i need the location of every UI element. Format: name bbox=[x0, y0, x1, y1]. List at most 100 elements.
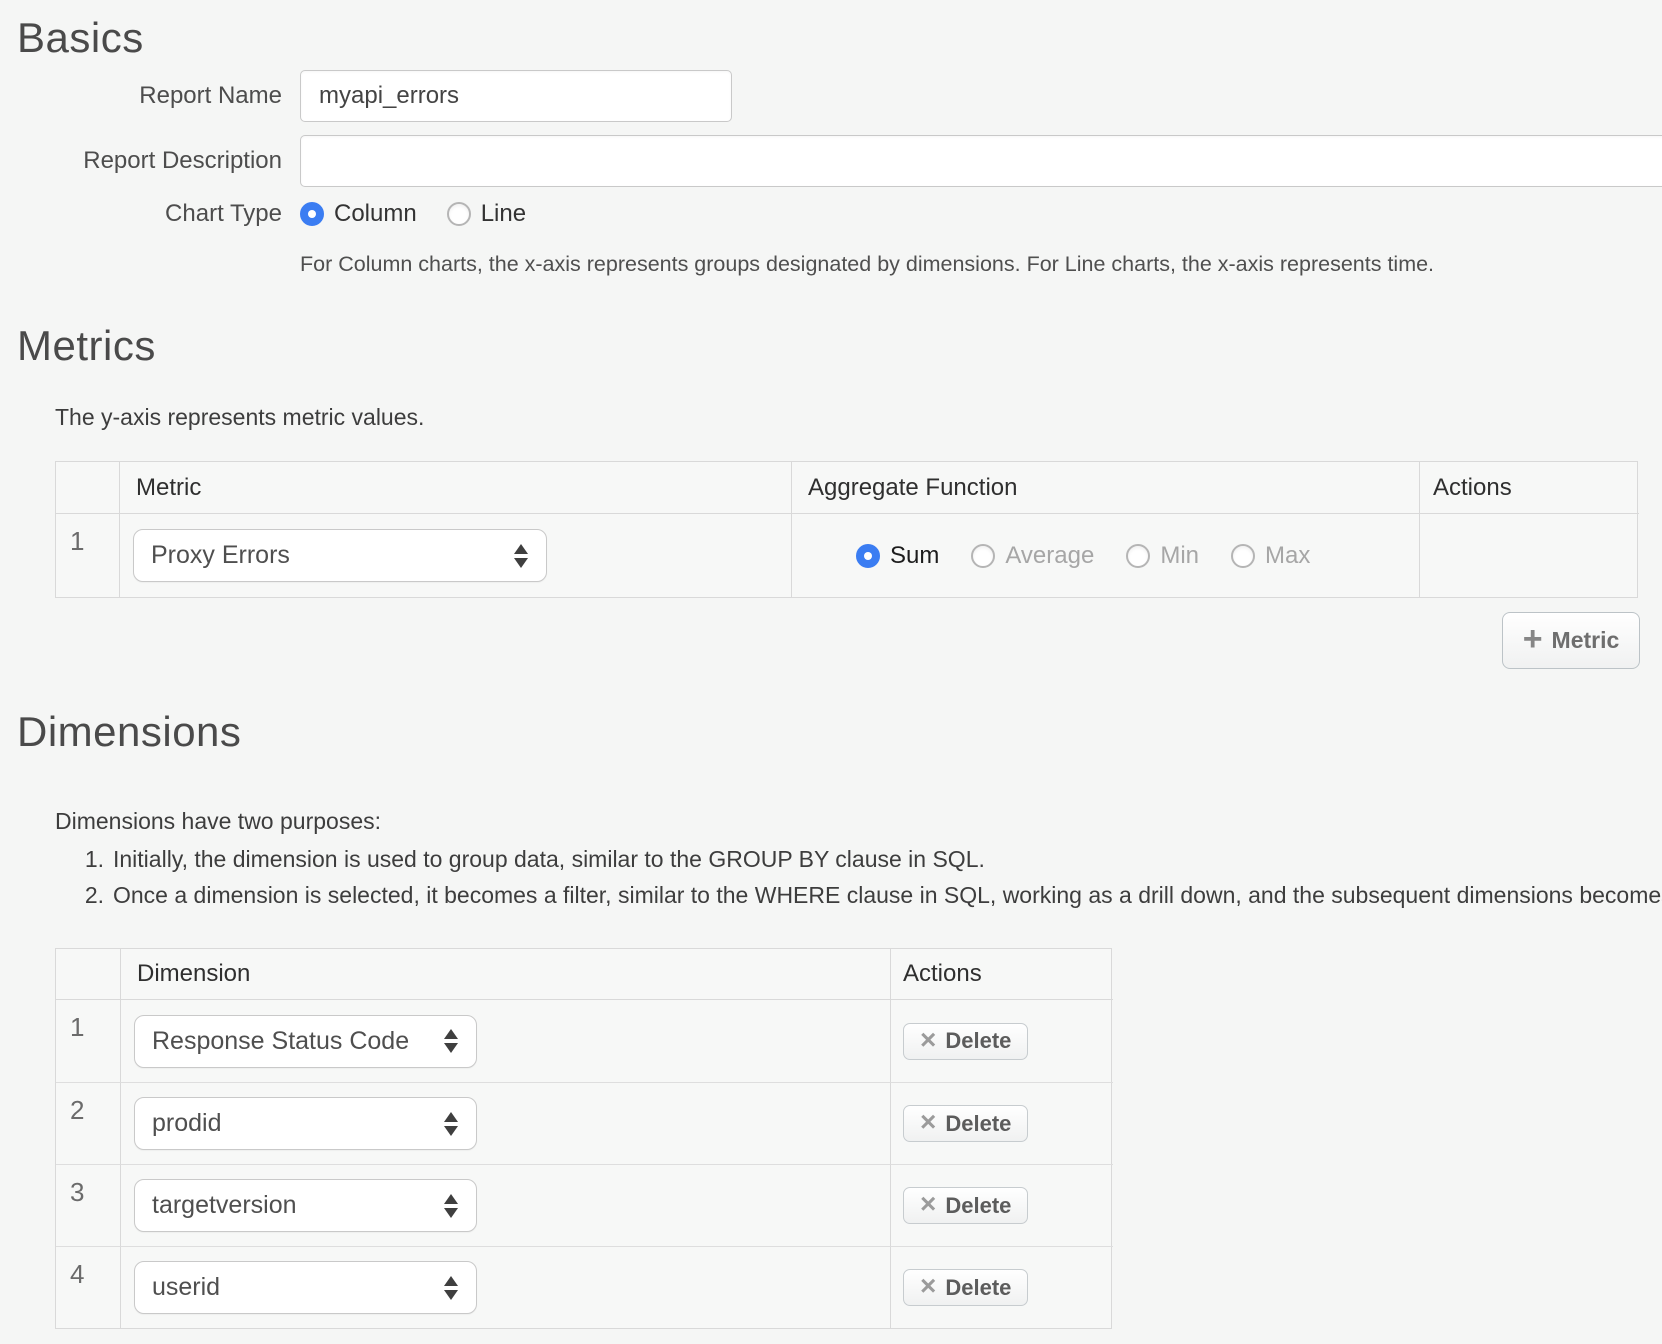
dimension-row-select-cell: prodid bbox=[120, 1082, 890, 1164]
metric-row-aggregate-cell: Sum Average Min Max bbox=[791, 514, 1419, 597]
metrics-header-actions-label: Actions bbox=[1420, 474, 1512, 502]
report-name-row: Report Name bbox=[0, 70, 732, 122]
dimension-select-1[interactable]: Response Status Code bbox=[134, 1015, 477, 1068]
dimension-row-index: 4 bbox=[56, 1247, 84, 1290]
dimension-select-2[interactable]: prodid bbox=[134, 1097, 477, 1150]
dimension-row-4: 4 userid × Delete bbox=[56, 1246, 1111, 1328]
select-arrows-icon bbox=[444, 1276, 458, 1300]
metrics-header-index-cell bbox=[56, 462, 119, 514]
aggregate-option-max[interactable]: Max bbox=[1231, 542, 1310, 570]
metrics-table-row: 1 Proxy Errors Sum Average bbox=[56, 514, 1637, 597]
delete-dimension-button-3[interactable]: × Delete bbox=[903, 1187, 1028, 1224]
add-metric-button-label: Metric bbox=[1552, 627, 1620, 654]
dimension-row-index-cell: 4 bbox=[56, 1246, 120, 1328]
dimensions-header-index-cell bbox=[56, 949, 120, 1000]
radio-selected-icon bbox=[300, 202, 324, 226]
dimension-row-index-cell: 2 bbox=[56, 1082, 120, 1164]
x-icon: × bbox=[920, 1272, 936, 1300]
dimension-row-actions-cell: × Delete bbox=[890, 1082, 1113, 1164]
metrics-table-header-row: Metric Aggregate Function Actions bbox=[56, 462, 1637, 514]
dimension-select-value: prodid bbox=[152, 1109, 222, 1138]
dimensions-description: Dimensions have two purposes: bbox=[55, 808, 381, 835]
chart-type-option-line[interactable]: Line bbox=[447, 200, 526, 228]
select-arrows-icon bbox=[444, 1194, 458, 1218]
dimensions-table-header-row: Dimension Actions bbox=[56, 949, 1111, 1000]
radio-unselected-icon bbox=[1126, 544, 1150, 568]
dimension-row-index-cell: 1 bbox=[56, 1000, 120, 1082]
metric-row-actions-cell bbox=[1419, 514, 1639, 597]
dimension-row-index: 2 bbox=[56, 1083, 84, 1126]
chart-type-option-line-label: Line bbox=[481, 200, 526, 228]
aggregate-option-min[interactable]: Min bbox=[1126, 542, 1199, 570]
dimension-row-3: 3 targetversion × Delete bbox=[56, 1164, 1111, 1246]
aggregate-option-sum-label: Sum bbox=[890, 542, 939, 570]
dimensions-table: Dimension Actions 1 Response Status Code… bbox=[55, 948, 1112, 1329]
chart-type-radio-group: Column Line bbox=[300, 200, 526, 228]
x-icon: × bbox=[920, 1108, 936, 1136]
dimension-row-index: 1 bbox=[56, 1000, 84, 1043]
list-item-text: Initially, the dimension is used to grou… bbox=[113, 846, 985, 873]
metrics-table: Metric Aggregate Function Actions 1 Prox… bbox=[55, 461, 1638, 598]
chart-type-option-column[interactable]: Column bbox=[300, 200, 417, 228]
list-item-number: 1. bbox=[0, 846, 104, 873]
aggregate-option-average[interactable]: Average bbox=[971, 542, 1094, 570]
delete-dimension-button-1[interactable]: × Delete bbox=[903, 1023, 1028, 1060]
radio-unselected-icon bbox=[1231, 544, 1255, 568]
report-description-label: Report Description bbox=[0, 147, 282, 175]
dimension-select-4[interactable]: userid bbox=[134, 1261, 477, 1314]
dimensions-purpose-item-2: 2. Once a dimension is selected, it beco… bbox=[0, 882, 1662, 909]
metrics-header-metric-cell: Metric bbox=[119, 462, 791, 514]
radio-unselected-icon bbox=[447, 202, 471, 226]
delete-button-label: Delete bbox=[945, 1111, 1011, 1137]
delete-button-label: Delete bbox=[945, 1275, 1011, 1301]
dimension-select-value: targetversion bbox=[152, 1191, 297, 1220]
report-name-label: Report Name bbox=[0, 82, 282, 110]
metric-select[interactable]: Proxy Errors bbox=[133, 529, 547, 582]
dimension-row-2: 2 prodid × Delete bbox=[56, 1082, 1111, 1164]
delete-button-label: Delete bbox=[945, 1028, 1011, 1054]
aggregate-option-max-label: Max bbox=[1265, 542, 1310, 570]
select-arrows-icon bbox=[444, 1112, 458, 1136]
x-icon: × bbox=[920, 1190, 936, 1218]
aggregate-option-min-label: Min bbox=[1160, 542, 1199, 570]
list-item-number: 2. bbox=[0, 882, 104, 909]
x-icon: × bbox=[920, 1026, 936, 1054]
dimensions-section-title: Dimensions bbox=[17, 708, 241, 756]
select-arrows-icon bbox=[444, 1029, 458, 1053]
metrics-header-aggregate-cell: Aggregate Function bbox=[791, 462, 1419, 514]
dimension-select-value: Response Status Code bbox=[152, 1027, 409, 1056]
dimensions-purpose-item-1: 1. Initially, the dimension is used to g… bbox=[0, 846, 985, 873]
delete-button-label: Delete bbox=[945, 1193, 1011, 1219]
metrics-section-title: Metrics bbox=[17, 322, 156, 370]
dimension-row-actions-cell: × Delete bbox=[890, 1000, 1113, 1082]
list-item-text: Once a dimension is selected, it becomes… bbox=[113, 882, 1662, 909]
dimensions-header-actions-label: Actions bbox=[891, 960, 982, 988]
metrics-header-actions-cell: Actions bbox=[1419, 462, 1639, 514]
select-arrows-icon bbox=[514, 544, 528, 568]
dimension-row-select-cell: userid bbox=[120, 1246, 890, 1328]
report-name-input[interactable] bbox=[300, 70, 732, 122]
metrics-header-aggregate-label: Aggregate Function bbox=[792, 474, 1017, 502]
dimensions-header-actions-cell: Actions bbox=[890, 949, 1113, 1000]
delete-dimension-button-4[interactable]: × Delete bbox=[903, 1269, 1028, 1306]
aggregate-radio-group: Sum Average Min Max bbox=[792, 542, 1310, 570]
metric-row-index: 1 bbox=[56, 514, 84, 557]
plus-icon: + bbox=[1523, 622, 1543, 656]
report-builder-page: Basics Report Name Report Description Ch… bbox=[0, 0, 1662, 1344]
dimension-select-3[interactable]: targetversion bbox=[134, 1179, 477, 1232]
radio-unselected-icon bbox=[971, 544, 995, 568]
metrics-description: The y-axis represents metric values. bbox=[55, 404, 424, 431]
chart-type-help-text: For Column charts, the x-axis represents… bbox=[300, 252, 1434, 277]
dimension-row-index: 3 bbox=[56, 1165, 84, 1208]
delete-dimension-button-2[interactable]: × Delete bbox=[903, 1105, 1028, 1142]
add-metric-button[interactable]: + Metric bbox=[1502, 612, 1640, 669]
dimension-row-index-cell: 3 bbox=[56, 1164, 120, 1246]
report-description-input[interactable] bbox=[300, 135, 1662, 187]
basics-section-title: Basics bbox=[17, 14, 144, 62]
chart-type-row: Chart Type Column Line bbox=[0, 200, 526, 228]
aggregate-option-sum[interactable]: Sum bbox=[856, 542, 939, 570]
dimension-row-1: 1 Response Status Code × Delete bbox=[56, 1000, 1111, 1082]
metrics-header-metric-label: Metric bbox=[120, 474, 201, 502]
chart-type-option-column-label: Column bbox=[334, 200, 417, 228]
dimensions-header-dimension-label: Dimension bbox=[121, 960, 250, 988]
